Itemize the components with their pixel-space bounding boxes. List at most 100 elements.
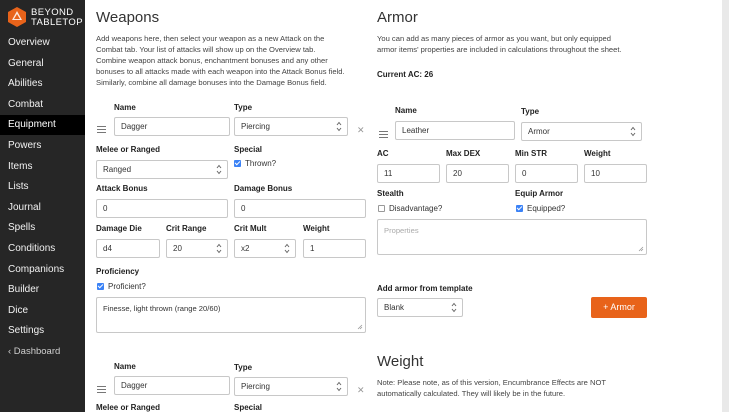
melee-or-ranged-select[interactable]: Ranged [96,160,228,179]
armor-weight-input[interactable]: 10 [584,164,647,183]
weapons-description-line: Add weapons here, then select your weapo… [96,34,325,43]
sidebar: BEYOND TABLETOP Overview General Abiliti… [0,0,85,412]
brand-logo[interactable]: BEYOND TABLETOP [6,5,83,31]
armor-name-input[interactable]: Leather [395,121,515,140]
weapons-description-line: Similarly, combine all damage bonuses in… [96,78,327,87]
armor-type-label: Type [521,107,540,116]
weapon-name-label: Name [114,362,136,371]
weapon-name-input[interactable]: Dagger [114,376,230,395]
stealth-disadvantage-checkbox[interactable] [378,205,385,212]
ac-label: AC [377,149,389,158]
armor-type-select[interactable]: Armor [521,122,642,141]
crit-range-value: 20 [173,244,182,253]
special-label: Special [234,145,263,154]
armor-properties-textarea[interactable]: Properties [377,219,647,255]
armor-title: Armor [377,9,418,26]
resize-handle-icon[interactable] [357,324,363,330]
nav-item-settings[interactable]: Settings [0,321,85,341]
armor-type-value: Armor [528,127,550,136]
armor-description-line: You can add as many pieces of armor as y… [377,34,612,43]
drag-handle-icon[interactable] [379,131,388,139]
select-arrows-icon [630,126,636,137]
attack-bonus-label: Attack Bonus [96,184,148,193]
nav-item-conditions[interactable]: Conditions [0,239,85,259]
proficient-checkbox[interactable] [97,283,104,290]
proficiency-label: Proficiency [96,267,140,276]
drag-handle-icon[interactable] [97,386,106,394]
equip-armor-label: Equip Armor [515,189,564,198]
min-str-input[interactable]: 0 [515,164,578,183]
weight-description-line: automatically calculated. They will like… [377,389,566,398]
weapon-type-select[interactable]: Piercing [234,117,348,136]
current-ac: Current AC: 26 [377,70,434,79]
nav-item-items[interactable]: Items [0,157,85,177]
nav-item-general[interactable]: General [0,54,85,74]
weapon-type-select[interactable]: Piercing [234,377,348,396]
weapon-weight-label: Weight [303,224,330,233]
remove-weapon-icon[interactable]: ✕ [357,125,365,136]
weapons-description-line: Combat tab. Your list of attacks will sh… [96,45,316,54]
weight-title: Weight [377,353,424,370]
armor-description: You can add as many pieces of armor as y… [377,33,667,55]
nav-item-spells[interactable]: Spells [0,218,85,238]
nav-item-dashboard[interactable]: ‹ Dashboard [0,342,85,362]
add-armor-button[interactable]: + Armor [591,297,647,318]
d20-logo-icon [8,7,26,27]
equipped-checkbox-label: Equipped? [527,204,566,213]
nav-item-companions[interactable]: Companions [0,260,85,280]
crit-range-select[interactable]: 20 [166,239,228,258]
drag-handle-icon[interactable] [97,126,106,134]
thrown-checkbox-label: Thrown? [245,159,277,168]
nav-item-powers[interactable]: Powers [0,136,85,156]
thrown-checkbox[interactable] [234,160,241,167]
crit-range-label: Crit Range [166,224,207,233]
stealth-disadvantage-label: Disadvantage? [389,204,443,213]
stealth-label: Stealth [377,189,404,198]
max-dex-input[interactable]: 20 [446,164,509,183]
armor-template-label: Add armor from template [377,284,473,293]
max-dex-label: Max DEX [446,149,481,158]
min-str-label: Min STR [515,149,547,158]
weapon-type-value: Piercing [241,382,270,391]
resize-handle-icon[interactable] [638,246,644,252]
weapon-name-label: Name [114,103,136,112]
armor-template-select[interactable]: Blank [377,298,463,317]
melee-or-ranged-label: Melee or Ranged [96,403,161,412]
weapon-name-input[interactable]: Dagger [114,117,230,136]
armor-description-line: armor items' properties are included in … [377,45,622,54]
weapons-title: Weapons [96,9,160,26]
damage-bonus-label: Damage Bonus [234,184,293,193]
equipped-checkbox[interactable] [516,205,523,212]
armor-template-value: Blank [384,303,405,312]
nav-item-combat[interactable]: Combat [0,95,85,115]
damage-die-label: Damage Die [96,224,142,233]
damage-die-input[interactable]: d4 [96,239,160,258]
proficient-checkbox-label: Proficient? [108,282,146,291]
nav-item-journal[interactable]: Journal [0,198,85,218]
select-arrows-icon [336,121,342,132]
attack-bonus-input[interactable]: 0 [96,199,228,218]
crit-mult-value: x2 [241,244,250,253]
nav-item-lists[interactable]: Lists [0,177,85,197]
special-label: Special [234,403,263,412]
ac-input[interactable]: 11 [377,164,440,183]
nav-item-equipment[interactable]: Equipment [0,115,85,136]
select-arrows-icon [216,243,222,254]
brand-name: BEYOND TABLETOP [31,8,83,28]
weapon-weight-input[interactable]: 1 [303,239,366,258]
weapon-notes-textarea[interactable]: Finesse, light thrown (range 20/60) [96,297,366,333]
nav-item-builder[interactable]: Builder [0,280,85,300]
select-arrows-icon [451,302,457,313]
crit-mult-select[interactable]: x2 [234,239,296,258]
weapons-description-line: Combine weapon attack bonus, enchantment… [96,56,328,65]
nav-item-abilities[interactable]: Abilities [0,74,85,94]
remove-weapon-icon[interactable]: ✕ [357,385,365,396]
page-scrollbar[interactable] [722,0,729,412]
select-arrows-icon [336,381,342,392]
damage-bonus-input[interactable]: 0 [234,199,366,218]
melee-or-ranged-label: Melee or Ranged [96,145,161,154]
weapon-type-label: Type [234,363,253,372]
brand-line-2: TABLETOP [31,17,83,28]
nav-item-dice[interactable]: Dice [0,301,85,321]
nav-item-overview[interactable]: Overview [0,33,85,53]
